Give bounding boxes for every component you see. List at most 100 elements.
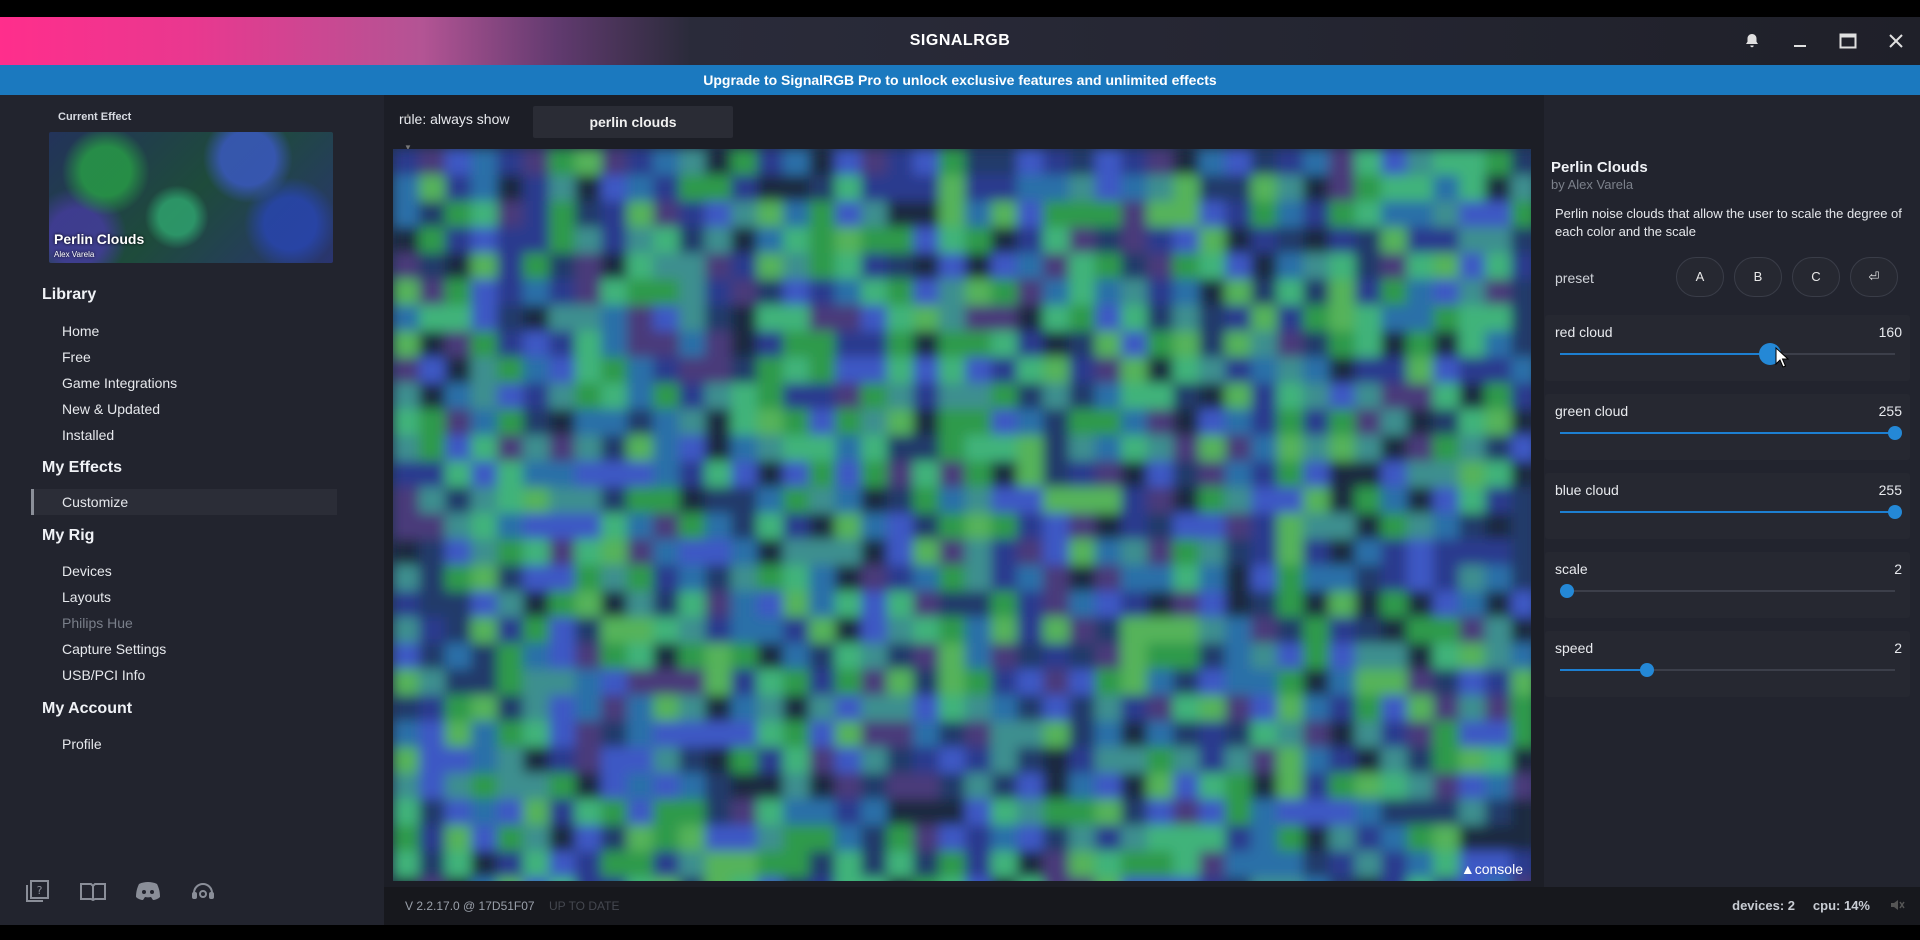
noise-cell bbox=[887, 149, 913, 175]
speed-slider[interactable] bbox=[1560, 663, 1895, 677]
noise-cell bbox=[601, 825, 627, 851]
sidebar-item-installed[interactable]: Installed bbox=[62, 427, 114, 443]
slider-thumb[interactable] bbox=[1640, 663, 1655, 677]
noise-cell bbox=[1433, 773, 1459, 799]
noise-cell bbox=[1173, 721, 1199, 747]
noise-cell bbox=[705, 799, 731, 825]
noise-cell bbox=[653, 331, 679, 357]
tab-perlin-clouds[interactable]: perlin clouds bbox=[533, 106, 733, 138]
noise-cell bbox=[549, 331, 575, 357]
noise-cell bbox=[1199, 747, 1225, 773]
noise-cell bbox=[601, 253, 627, 279]
volume-icon[interactable] bbox=[1890, 898, 1906, 915]
noise-cell bbox=[1511, 591, 1531, 617]
noise-cell bbox=[1485, 721, 1511, 747]
noise-cell bbox=[1095, 513, 1121, 539]
noise-cell bbox=[1355, 279, 1381, 305]
minimize-icon[interactable] bbox=[1776, 17, 1824, 65]
noise-cell bbox=[913, 357, 939, 383]
noise-cell bbox=[939, 721, 965, 747]
red-cloud-slider[interactable] bbox=[1560, 343, 1895, 365]
sidebar-item-devices[interactable]: Devices bbox=[62, 563, 112, 579]
noise-cell bbox=[939, 201, 965, 227]
noise-cell bbox=[1277, 331, 1303, 357]
sidebar-item-game-integrations[interactable]: Game Integrations bbox=[62, 375, 177, 391]
slider-thumb[interactable] bbox=[1559, 584, 1574, 598]
blue-cloud-slider[interactable] bbox=[1560, 505, 1902, 519]
sidebar-item-new-updated[interactable]: New & Updated bbox=[62, 401, 160, 417]
noise-cell bbox=[1511, 435, 1531, 461]
noise-cell bbox=[731, 409, 757, 435]
upgrade-banner[interactable]: Upgrade to SignalRGB Pro to unlock exclu… bbox=[0, 65, 1920, 95]
noise-cell bbox=[1043, 799, 1069, 825]
noise-cell bbox=[1121, 357, 1147, 383]
noise-cell bbox=[393, 461, 419, 487]
noise-cell bbox=[679, 747, 705, 773]
noise-cell bbox=[809, 721, 835, 747]
noise-cell bbox=[1459, 487, 1485, 513]
noise-cell bbox=[1017, 643, 1043, 669]
preset-b-button[interactable]: B bbox=[1734, 257, 1782, 297]
current-effect-name: Perlin Clouds bbox=[54, 231, 145, 247]
noise-cell bbox=[471, 695, 497, 721]
noise-cell bbox=[1121, 305, 1147, 331]
discord-icon[interactable] bbox=[130, 877, 166, 905]
sidebar-item-usb-pci-info[interactable]: USB/PCI Info bbox=[62, 667, 145, 683]
noise-cell bbox=[653, 851, 679, 877]
noise-cell bbox=[653, 513, 679, 539]
noise-cell bbox=[1251, 487, 1277, 513]
noise-cell bbox=[523, 851, 549, 877]
noise-cell bbox=[1199, 539, 1225, 565]
slider-thumb[interactable] bbox=[1888, 426, 1902, 440]
noise-cell bbox=[679, 201, 705, 227]
slider-thumb[interactable] bbox=[1888, 505, 1902, 519]
sidebar-item-capture-settings[interactable]: Capture Settings bbox=[62, 641, 166, 657]
noise-cell bbox=[1277, 825, 1303, 851]
close-icon[interactable] bbox=[1872, 17, 1920, 65]
sidebar-item-philips-hue[interactable]: Philips Hue bbox=[62, 615, 133, 631]
noise-cell bbox=[783, 331, 809, 357]
sidebar-item-customize[interactable]: Customize bbox=[62, 494, 128, 510]
noise-cell bbox=[1433, 357, 1459, 383]
noise-cell bbox=[497, 773, 523, 799]
scale-slider[interactable] bbox=[1559, 584, 1895, 598]
noise-cell bbox=[809, 487, 835, 513]
bell-icon[interactable] bbox=[1728, 17, 1776, 65]
noise-cell bbox=[731, 539, 757, 565]
preset-return-button[interactable]: ⏎ bbox=[1850, 257, 1898, 297]
support-icon[interactable] bbox=[185, 877, 221, 905]
maximize-icon[interactable] bbox=[1824, 17, 1872, 65]
noise-cell bbox=[1095, 747, 1121, 773]
effect-preview-canvas: ▲console bbox=[393, 149, 1531, 881]
noise-cell bbox=[679, 513, 705, 539]
rule-label[interactable]: rule: always show bbox=[399, 111, 510, 127]
green-cloud-slider[interactable] bbox=[1560, 426, 1902, 440]
noise-cell bbox=[1225, 539, 1251, 565]
noise-cell bbox=[913, 825, 939, 851]
noise-cell bbox=[419, 331, 445, 357]
help-icon[interactable]: ? bbox=[20, 877, 56, 905]
console-toggle[interactable]: ▲console bbox=[1461, 861, 1523, 877]
noise-cell bbox=[783, 799, 809, 825]
noise-cell bbox=[1485, 305, 1511, 331]
noise-cell bbox=[471, 565, 497, 591]
sidebar-item-profile[interactable]: Profile bbox=[62, 736, 102, 752]
preset-c-button[interactable]: C bbox=[1792, 257, 1840, 297]
preset-a-button[interactable]: A bbox=[1676, 257, 1724, 297]
noise-cell bbox=[627, 305, 653, 331]
sidebar-item-free[interactable]: Free bbox=[62, 349, 91, 365]
noise-cell bbox=[887, 851, 913, 877]
noise-cell bbox=[1173, 539, 1199, 565]
noise-cell bbox=[835, 747, 861, 773]
current-effect-thumbnail[interactable]: Perlin Clouds Alex Varela bbox=[49, 132, 333, 263]
noise-cell bbox=[601, 383, 627, 409]
noise-cell bbox=[497, 175, 523, 201]
noise-cell bbox=[1225, 721, 1251, 747]
noise-cell bbox=[965, 877, 991, 881]
sidebar-item-home[interactable]: Home bbox=[62, 323, 99, 339]
sidebar-item-layouts[interactable]: Layouts bbox=[62, 589, 111, 605]
noise-cell bbox=[1277, 721, 1303, 747]
noise-cell bbox=[1199, 695, 1225, 721]
book-icon[interactable] bbox=[75, 877, 111, 905]
noise-cell bbox=[393, 565, 419, 591]
